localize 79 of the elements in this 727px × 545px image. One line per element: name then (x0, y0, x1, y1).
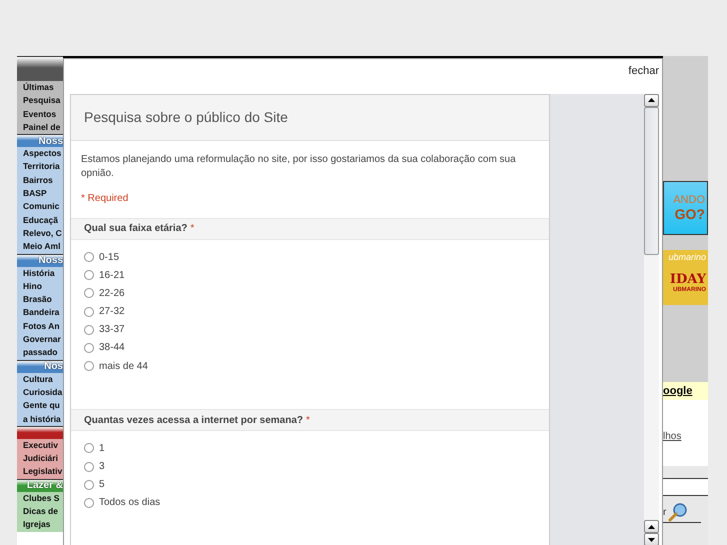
sidebar-link[interactable]: BASP (23, 187, 67, 200)
sidebar-link[interactable]: Bandeira (23, 306, 67, 320)
ad-text: GO? (674, 206, 705, 222)
down-arrow-icon (648, 538, 655, 542)
sidebar-link[interactable]: Clubes S (23, 492, 67, 506)
sidebar-link[interactable]: Executiv (23, 438, 67, 452)
sidebar-link[interactable]: Curiosida (23, 386, 67, 400)
sidebar-link[interactable]: Fotos An (23, 320, 67, 334)
sidebar-link[interactable]: Educaçã (23, 214, 67, 227)
sidebar-link[interactable]: Comunic (23, 200, 67, 214)
section-title: Nos (44, 361, 64, 372)
sidebar-link[interactable]: História (23, 266, 67, 280)
sidebar-link[interactable]: Relevo, C (23, 226, 67, 240)
option-label: 0-15 (99, 252, 120, 263)
option-label: 5 (99, 479, 105, 490)
required-marker: * (190, 223, 194, 234)
sidebar-link[interactable]: Hino (23, 280, 67, 294)
option-label: 27-32 (99, 306, 125, 318)
sidebar-link[interactable]: Legislativ (23, 465, 67, 479)
scrollbar[interactable] (644, 94, 659, 545)
sidebar-link[interactable]: Igrejas (23, 518, 67, 532)
question-label: Quantas vezes acessa a internet por semana? (84, 414, 303, 426)
ad-text: ANDO (673, 194, 705, 206)
form-title: Pesquisa sobre o público do Site (84, 109, 288, 126)
section-title: Noss (38, 255, 64, 266)
option-label: 3 (99, 461, 105, 472)
sidebar-link[interactable]: Últimas (23, 81, 67, 94)
section-title: Noss (38, 136, 64, 147)
radio-button[interactable] (84, 361, 94, 372)
sidebar-link[interactable]: Cultura (23, 372, 67, 386)
text-link[interactable]: lhos (663, 430, 682, 442)
search-label: r (663, 506, 666, 518)
sidebar-link[interactable]: Bairros (23, 174, 67, 188)
radio-button[interactable] (84, 462, 94, 472)
radio-button[interactable] (84, 480, 94, 490)
option-label: 38-44 (99, 342, 125, 354)
sidebar-link[interactable]: Territoria (23, 160, 67, 174)
option-label: Todos os dias (99, 497, 160, 508)
scroll-up-button[interactable] (644, 94, 659, 107)
scroll-down-button[interactable] (644, 533, 659, 545)
sidebar-link[interactable]: Governar (23, 333, 67, 346)
scroll-thumb[interactable] (644, 106, 659, 255)
radio-button[interactable] (84, 270, 94, 280)
section-title: Lazer & (26, 480, 64, 492)
sidebar-link[interactable]: Eventos (23, 108, 67, 121)
radio-button[interactable] (84, 252, 94, 262)
sidebar-link[interactable]: Brasão (23, 293, 67, 306)
ad-text: IDAY (670, 272, 706, 287)
required-marker: * (306, 414, 310, 426)
option-label: mais de 44 (99, 360, 148, 372)
up-arrow-icon (648, 98, 655, 102)
search-icon[interactable] (668, 502, 688, 522)
scroll-up-button[interactable] (644, 520, 659, 533)
sidebar-link[interactable]: Judiciári (23, 452, 67, 466)
sidebar-link[interactable]: Painel de (23, 120, 67, 134)
sidebar-link[interactable]: Aspectos (23, 147, 67, 160)
form-description: Estamos planejando uma reformulação no site, por isso gostariamos da sua colaboração com sua opnião. (81, 152, 517, 181)
close-link[interactable]: fechar (628, 65, 659, 77)
radio-button[interactable] (84, 342, 94, 353)
question-label: Qual sua faixa etária? (84, 223, 188, 234)
up-arrow-icon (648, 524, 655, 528)
option-label: 16-21 (99, 270, 125, 281)
option-label: 33-37 (99, 324, 125, 336)
radio-button[interactable] (84, 498, 94, 508)
radio-button[interactable] (84, 324, 94, 335)
radio-button[interactable] (84, 443, 94, 454)
sidebar-link[interactable]: passado (23, 346, 67, 360)
radio-button[interactable] (84, 288, 94, 298)
input-field[interactable] (663, 478, 708, 496)
sidebar-link[interactable]: Gente qu (23, 399, 67, 413)
radio-button[interactable] (84, 306, 94, 317)
required-note: * Required (81, 192, 130, 204)
sidebar-link[interactable]: Dicas de (23, 505, 67, 518)
sidebar-link[interactable]: Pesquisa (23, 94, 67, 108)
option-label: 22-26 (99, 288, 125, 299)
sidebar-link[interactable]: a história (23, 412, 67, 426)
ad-text: ubmarino (668, 252, 706, 262)
option-label: 1 (99, 442, 105, 454)
sidebar-link[interactable]: Meio Aml (23, 240, 67, 254)
